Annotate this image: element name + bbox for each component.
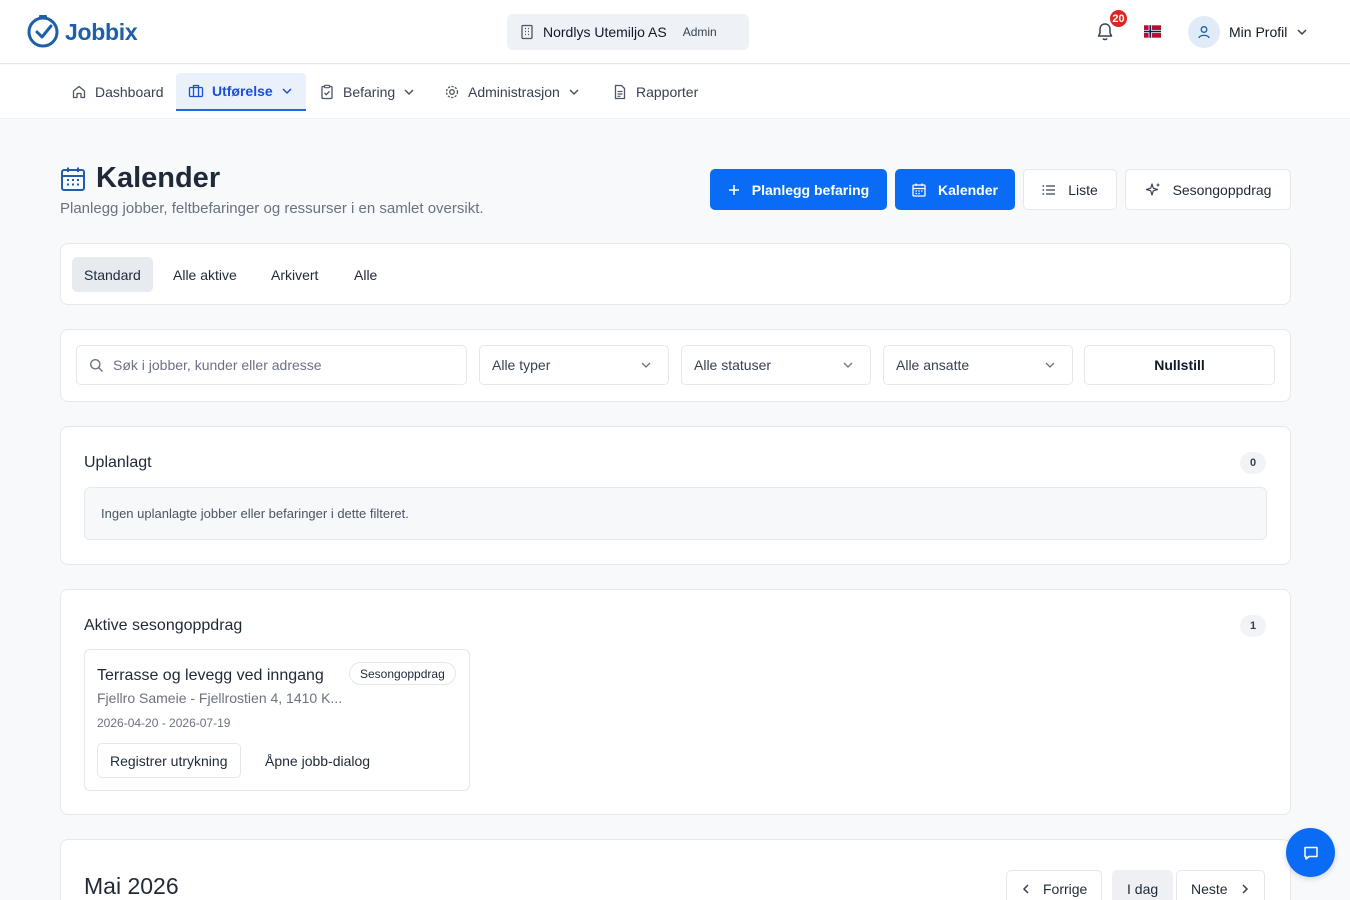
plan-inspection-button[interactable]: Planlegg befaring [710, 169, 887, 210]
calendar-month: Mai 2026 [84, 873, 179, 899]
document-icon [612, 84, 628, 100]
plus-icon [728, 184, 740, 196]
job-title: Terrasse og levegg ved inngang [97, 667, 324, 684]
seasonal-count-badge: 1 [1240, 615, 1266, 637]
chevron-down-icon [842, 359, 854, 371]
app-name: Jobbix [65, 18, 138, 45]
tab-alle-aktive[interactable]: Alle aktive [161, 257, 249, 292]
nav-utforelse[interactable]: Utførelse [176, 73, 306, 111]
chevron-down-icon [640, 359, 652, 371]
chevron-left-icon [1021, 883, 1031, 895]
seasonal-job-card[interactable]: Terrasse og levegg ved inngang Sesongopp… [84, 649, 470, 791]
page-title: Kalender [60, 162, 220, 195]
search-placeholder: Søk i jobber, kunder eller adresse [113, 357, 322, 373]
button-label: Neste [1191, 881, 1228, 897]
seasonal-title: Aktive sesongoppdrag [84, 617, 243, 634]
unplanned-empty-message: Ingen uplanlagte jobber eller befaringer… [84, 487, 1267, 540]
org-name: Nordlys Utemiljo AS [543, 24, 667, 40]
nav-rapporter[interactable]: Rapporter [606, 73, 704, 111]
gear-icon [444, 84, 460, 100]
chat-icon [1302, 844, 1320, 862]
nav-label: Dashboard [95, 84, 164, 100]
select-value: Alle statuser [694, 357, 772, 373]
button-label: Liste [1068, 181, 1098, 198]
nav-label: Rapporter [636, 84, 699, 100]
type-select[interactable]: Alle typer [479, 345, 669, 385]
seasonal-jobs-button[interactable]: Sesongoppdrag [1125, 169, 1291, 210]
reset-button[interactable]: Nullstill [1084, 345, 1275, 385]
search-icon [89, 358, 104, 373]
role-label: Admin [682, 25, 717, 39]
employee-select[interactable]: Alle ansatte [883, 345, 1073, 385]
select-value: Alle typer [492, 357, 551, 373]
chevron-down-icon [281, 85, 293, 97]
nav-label: Befaring [343, 84, 396, 100]
norway-flag-icon[interactable] [1144, 25, 1161, 38]
tab-alle[interactable]: Alle [342, 257, 389, 292]
notification-badge: 20 [1108, 8, 1129, 29]
unplanned-title: Uplanlagt [84, 454, 152, 471]
button-label: Kalender [938, 181, 998, 198]
app-logo[interactable]: Jobbix [26, 14, 138, 50]
status-select[interactable]: Alle statuser [681, 345, 871, 385]
sparkle-icon [1145, 182, 1161, 198]
register-callout-button[interactable]: Registrer utrykning [97, 743, 241, 778]
calendar-icon [60, 166, 86, 192]
select-value: Alle ansatte [896, 357, 970, 373]
clock-check-icon [26, 14, 62, 50]
unplanned-count-badge: 0 [1240, 452, 1266, 474]
today-button[interactable]: I dag [1112, 870, 1174, 900]
chevron-down-icon [403, 86, 415, 98]
search-input[interactable]: Søk i jobber, kunder eller adresse [76, 345, 467, 385]
job-customer-address: Fjellro Sameie - Fjellrostien 4, 1410 K.… [97, 690, 343, 706]
nav-administrasjon[interactable]: Administrasjon [438, 73, 586, 111]
home-icon [71, 84, 87, 100]
list-icon [1042, 184, 1056, 196]
tab-standard[interactable]: Standard [72, 257, 153, 292]
avatar [1188, 16, 1220, 48]
top-bar: Jobbix Nordlys Utemiljo AS Admin 20 Min … [0, 0, 1350, 64]
button-label: Sesongoppdrag [1172, 181, 1272, 198]
button-label: Planlegg befaring [751, 181, 870, 198]
chevron-down-icon [1044, 359, 1056, 371]
button-label: Forrige [1043, 881, 1088, 897]
page-heading: Kalender [96, 162, 221, 194]
chevron-right-icon [1240, 883, 1250, 895]
profile-label: Min Profil [1229, 24, 1288, 40]
tab-arkivert[interactable]: Arkivert [259, 257, 330, 292]
job-type-tag: Sesongoppdrag [349, 662, 456, 685]
nav-befaring[interactable]: Befaring [313, 73, 421, 111]
list-view-button[interactable]: Liste [1023, 169, 1117, 210]
calendar-view-button[interactable]: Kalender [895, 169, 1015, 210]
open-job-dialog-button[interactable]: Åpne jobb-dialog [253, 743, 382, 778]
clipboard-icon [319, 84, 335, 100]
nav-label: Administrasjon [468, 84, 560, 100]
briefcase-icon [188, 83, 204, 99]
chat-button[interactable] [1286, 828, 1335, 877]
page-subtitle: Planlegg jobber, feltbefaringer og ressu… [60, 200, 484, 217]
chevron-down-icon [568, 86, 580, 98]
profile-menu[interactable]: Min Profil [1188, 16, 1308, 48]
chevron-down-icon [1296, 26, 1308, 38]
calendar-card [60, 839, 1291, 900]
previous-month-button[interactable]: Forrige [1006, 870, 1103, 900]
next-month-button[interactable]: Neste [1176, 870, 1265, 900]
nav-label: Utførelse [212, 83, 273, 99]
main-nav: Dashboard Utførelse Befaring Administras… [0, 65, 1350, 119]
nav-dashboard[interactable]: Dashboard [65, 73, 170, 111]
calendar-icon [912, 183, 926, 197]
job-dates: 2026-04-20 - 2026-07-19 [97, 716, 231, 730]
org-switcher[interactable]: Nordlys Utemiljo AS Admin [507, 14, 749, 50]
building-icon [519, 24, 535, 40]
